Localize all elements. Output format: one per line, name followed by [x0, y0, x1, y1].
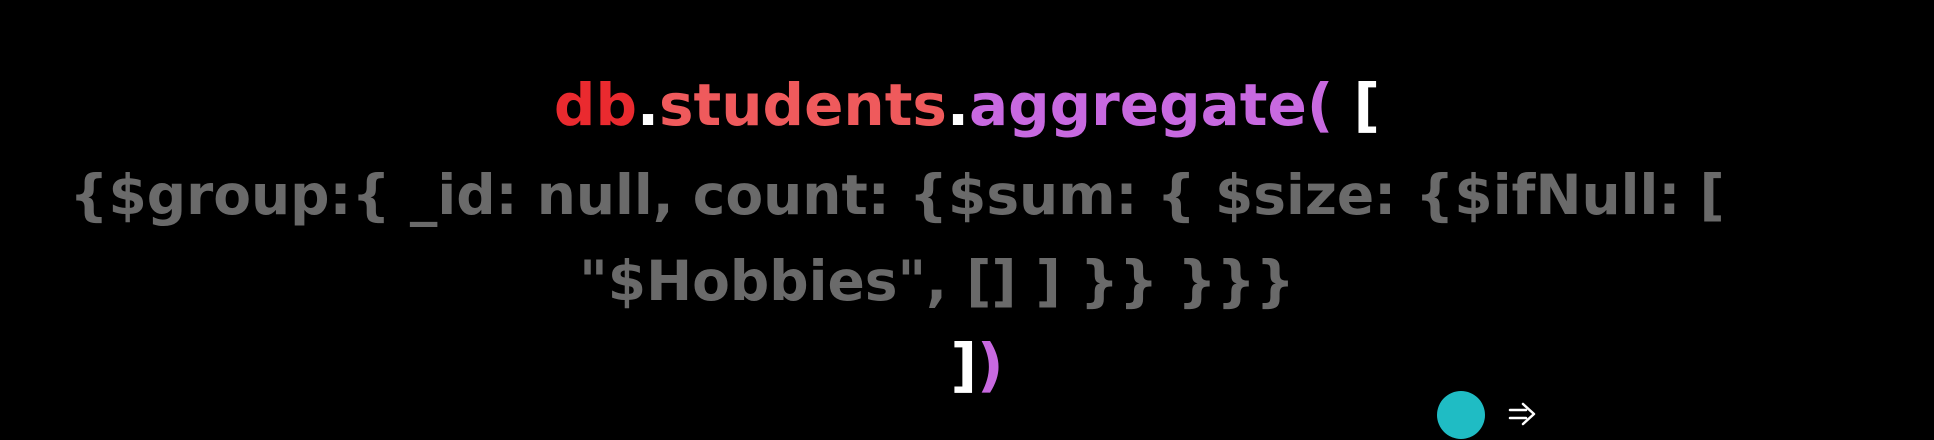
- code-token-paren-open: (: [1306, 71, 1334, 139]
- code-token-dot: .: [636, 71, 660, 139]
- code-line-aggregate-call: db.students.aggregate( [: [0, 76, 1934, 134]
- code-text-hobbies: "$Hobbies", [] ] }} }}}: [579, 249, 1295, 313]
- code-token-paren-close: ): [977, 331, 1004, 399]
- code-token-db: db: [553, 71, 637, 139]
- code-line-hobbies: "$Hobbies", [] ] }} }}}: [0, 254, 1904, 309]
- arrow-right-icon: [1508, 402, 1536, 426]
- code-token-bracket-open: [: [1333, 71, 1381, 139]
- code-token-aggregate: aggregate: [969, 71, 1307, 139]
- code-text-group: {$group:{ _id: null, count: {$sum: { $si…: [69, 163, 1725, 227]
- code-line-close: ]): [10, 336, 1934, 394]
- code-token-dot: .: [946, 71, 969, 139]
- code-token-students: students: [659, 71, 947, 139]
- circle-indicator: [1437, 391, 1485, 439]
- code-line-group-stage: {$group:{ _id: null, count: {$sum: { $si…: [0, 168, 1864, 223]
- code-token-bracket-close: ]: [950, 331, 977, 399]
